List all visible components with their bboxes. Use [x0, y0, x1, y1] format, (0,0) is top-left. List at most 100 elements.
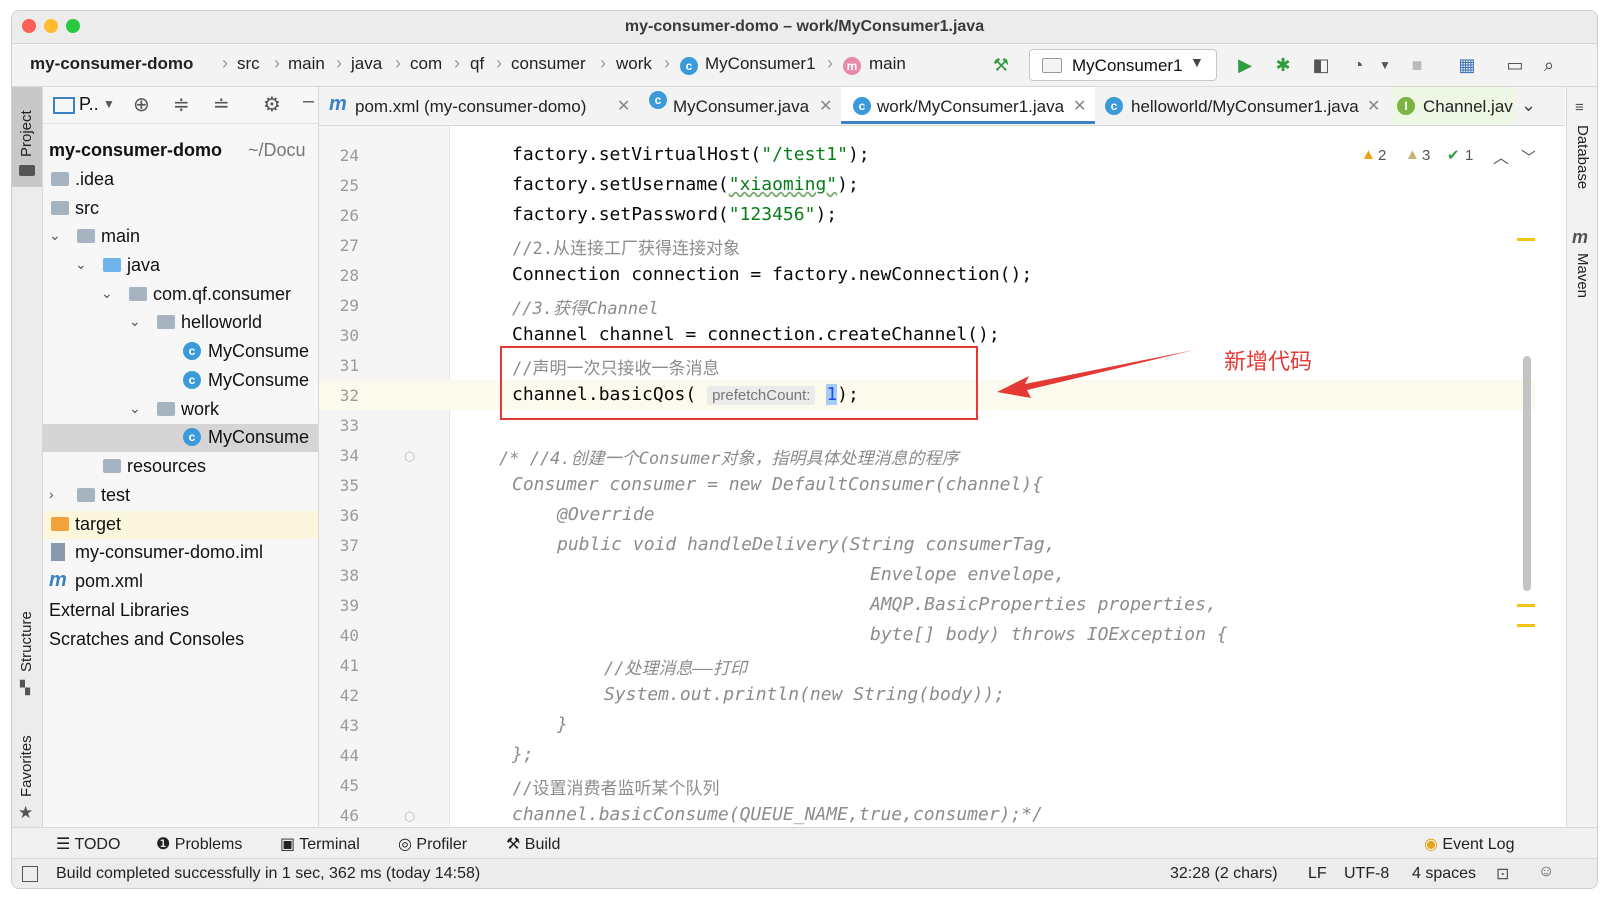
tree-item-package-consumer[interactable]: ⌄ com.qf.consumer	[43, 281, 318, 309]
breadcrumb-com[interactable]: com	[410, 54, 442, 74]
line-separator[interactable]: LF	[1308, 865, 1327, 883]
error-stripe-marker[interactable]	[1517, 624, 1535, 627]
fold-marker-icon[interactable]: ⬡	[404, 809, 415, 825]
tree-item-work[interactable]: ⌄ work	[43, 396, 318, 424]
error-stripe-marker[interactable]	[1517, 238, 1535, 241]
search-icon[interactable]: ⌕	[1536, 52, 1562, 78]
class-icon: c	[1105, 97, 1123, 115]
tree-item-resources[interactable]: resources	[43, 453, 318, 481]
stop-icon[interactable]: ■	[1404, 52, 1430, 78]
inspector-face-icon[interactable]: ☺	[1538, 863, 1554, 881]
tree-item-idea[interactable]: .idea	[43, 166, 318, 194]
close-icon[interactable]: ✕	[617, 96, 630, 116]
tree-item-main[interactable]: ⌄ main	[43, 223, 318, 251]
tab-myconsumer[interactable]: c MyConsumer.java ✕	[637, 87, 837, 124]
terminal-tool-button[interactable]: ▣ Terminal	[280, 834, 360, 854]
breadcrumb-consumer[interactable]: consumer	[511, 54, 586, 74]
status-message[interactable]: Build completed successfully in 1 sec, 3…	[56, 865, 480, 883]
inspection-widget[interactable]: ▲ 2 ▲ 3 ✔ 1 ︿ ﹀	[1361, 144, 1535, 168]
tree-item-helloworld-myconsumer1[interactable]: c MyConsume	[43, 367, 318, 395]
close-icon[interactable]: ✕	[1367, 96, 1380, 116]
editor-vertical-scrollbar[interactable]	[1523, 356, 1531, 591]
run-configuration-select[interactable]: MyConsumer1 ▼	[1029, 49, 1217, 81]
profile-icon[interactable]: ◔	[1345, 52, 1371, 78]
error-stripe-marker[interactable]	[1517, 604, 1535, 607]
line-number: 32	[339, 386, 359, 405]
close-icon[interactable]: ✕	[1073, 96, 1086, 116]
caret-position[interactable]: 32:28 (2 chars)	[1170, 865, 1278, 883]
build-tool-button[interactable]: ⚒ Build	[506, 834, 560, 854]
maven-tool-window-button[interactable]: m Maven	[1567, 227, 1597, 317]
favorites-tool-window-button[interactable]: Favorites ★	[12, 717, 42, 827]
locate-crosshair-icon[interactable]: ⊕	[133, 92, 150, 117]
presentation-icon[interactable]: ▭	[1502, 52, 1528, 78]
maven-icon: m	[329, 93, 347, 115]
tree-item-java[interactable]: ⌄ java	[43, 252, 318, 280]
event-log-tool-button[interactable]: ◉ Event Log	[1424, 834, 1514, 854]
project-view-selector[interactable]: P..	[79, 94, 99, 115]
tab-channel[interactable]: I Channel.jav	[1391, 87, 1515, 124]
tree-item-src[interactable]: src	[43, 195, 318, 223]
breadcrumb-work[interactable]: work	[616, 54, 652, 74]
close-icon[interactable]: ✕	[819, 96, 832, 116]
debug-bug-icon[interactable]: ✱	[1270, 52, 1296, 78]
tree-item-external-libraries[interactable]: External Libraries	[43, 597, 318, 625]
tree-item-work-myconsumer1-selected[interactable]: c MyConsume	[43, 424, 318, 452]
chevron-down-icon[interactable]: ⌄	[49, 227, 61, 244]
tree-item-test[interactable]: › test	[43, 482, 318, 510]
tree-item-helloworld[interactable]: ⌄ helloworld	[43, 309, 318, 337]
project-structure-icon[interactable]: ▦	[1454, 52, 1480, 78]
breadcrumb-qf[interactable]: qf	[470, 54, 484, 74]
breadcrumb-main[interactable]: main	[288, 54, 325, 74]
chevron-down-icon[interactable]: ⌄	[101, 285, 113, 302]
todo-tool-button[interactable]: ☰ TODO	[56, 834, 120, 854]
tree-item-scratches[interactable]: Scratches and Consoles	[43, 626, 318, 654]
chevron-right-icon[interactable]: ›	[49, 486, 54, 502]
fold-marker-icon[interactable]: ⬡	[404, 449, 415, 465]
collapse-all-icon[interactable]: ≐	[213, 92, 230, 117]
problems-tool-button[interactable]: ❶ Problems	[156, 834, 242, 854]
tab-pom-xml[interactable]: m pom.xml (my-consumer-domo) ✕	[319, 87, 635, 124]
database-tool-window-button[interactable]: ≡ Database	[1567, 93, 1597, 203]
tab-label: helloworld/MyConsumer1.java	[1131, 97, 1359, 116]
project-tool-window-button[interactable]: Project	[12, 87, 42, 187]
breadcrumb-main-method[interactable]: main	[869, 54, 906, 74]
tree-item-project-root[interactable]: my-consumer-domo ~/Docu	[43, 137, 318, 165]
chevron-down-icon[interactable]: ⌄	[129, 400, 141, 417]
hide-panel-icon[interactable]: –	[303, 90, 314, 113]
previous-highlight-icon[interactable]: ︿	[1493, 144, 1509, 168]
breadcrumb-project[interactable]: my-consumer-domo	[30, 54, 193, 74]
bottom-tool-bar: ☰ TODO ❶ Problems ▣ Terminal ◎ Profiler …	[12, 827, 1597, 858]
tab-helloworld-myconsumer1[interactable]: c helloworld/MyConsumer1.java ✕	[1097, 87, 1380, 124]
breadcrumb-src[interactable]: src	[237, 54, 260, 74]
toggle-tool-windows-icon[interactable]	[22, 866, 38, 882]
gear-icon[interactable]: ⚙	[263, 92, 281, 117]
tree-label: src	[75, 198, 99, 218]
indent-setting[interactable]: 4 spaces	[1412, 865, 1476, 883]
tree-item-helloworld-myconsumer[interactable]: c MyConsume	[43, 338, 318, 366]
structure-tool-window-button[interactable]: Structure ▚	[12, 592, 42, 702]
chevron-down-icon[interactable]: ▼	[1372, 52, 1398, 78]
chevron-down-icon[interactable]: ⌄	[75, 256, 87, 273]
tree-item-target[interactable]: target	[43, 511, 318, 539]
breadcrumb-java[interactable]: java	[351, 54, 382, 74]
tree-item-iml-file[interactable]: my-consumer-domo.iml	[43, 539, 318, 567]
build-hammer-icon[interactable]: ⚒	[988, 52, 1014, 78]
breadcrumb-myconsumer1[interactable]: MyConsumer1	[705, 54, 816, 74]
code-editor[interactable]: 24 25 26 27 28 29 30 31 32 33 34 35 36 3…	[319, 126, 1535, 826]
tab-work-myconsumer1-active[interactable]: c work/MyConsumer1.java ✕	[841, 87, 1095, 124]
chevron-down-icon[interactable]: ⌄	[129, 313, 141, 330]
run-icon[interactable]: ▶	[1232, 52, 1258, 78]
annotation-arrow	[997, 350, 1194, 398]
chevron-down-icon[interactable]: ▼	[103, 97, 115, 111]
lock-icon[interactable]: ⊡	[1496, 864, 1509, 884]
coverage-icon[interactable]: ◧	[1308, 52, 1334, 78]
file-encoding[interactable]: UTF-8	[1344, 865, 1389, 883]
package-icon	[157, 402, 175, 416]
next-highlight-icon[interactable]: ﹀	[1521, 144, 1535, 168]
chevron-down-icon[interactable]: ⌄	[1521, 95, 1536, 116]
line-number: 29	[339, 296, 359, 315]
profiler-tool-button[interactable]: ◎ Profiler	[398, 834, 467, 854]
tree-item-pom-xml[interactable]: m pom.xml	[43, 568, 318, 596]
expand-all-icon[interactable]: ≑	[173, 92, 190, 117]
